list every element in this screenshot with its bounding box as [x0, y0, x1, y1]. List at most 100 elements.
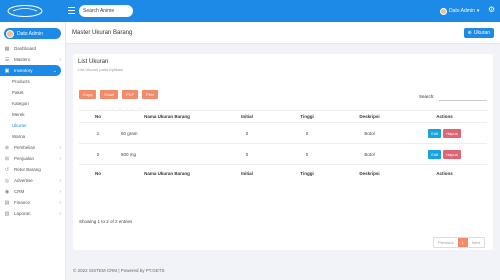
column-header[interactable]: No — [79, 110, 117, 123]
avatar — [440, 7, 447, 15]
sidebar-subitem-products[interactable]: Products — [0, 76, 65, 87]
chevron-right-icon: › — [59, 199, 61, 206]
chevron-right-icon: › — [59, 210, 61, 217]
sidebar-item-crm[interactable]: ◉ CRM › — [0, 186, 65, 197]
sidebar-subitem-merek[interactable]: Merek — [0, 109, 65, 120]
page-footer: © 2022 SISTEM CRM | Powered by PT.GETS — [73, 268, 165, 273]
sidebar-item-dashboard[interactable]: ▦ Dashboard — [0, 43, 65, 54]
delete-button[interactable]: Hapus — [443, 128, 461, 138]
cell-deskripsi: Botol — [337, 122, 402, 144]
sidebar-item-inventory[interactable]: ▣ Inventory ⌄ — [0, 65, 61, 76]
chevron-right-icon: › — [59, 177, 61, 184]
column-footer: Initial — [217, 164, 277, 182]
sidebar-subitem-paket[interactable]: Paket — [0, 87, 65, 98]
export-buttons: Copy Excel PDF Print — [79, 90, 159, 99]
previous-page-button[interactable]: Previous — [434, 238, 458, 247]
sidebar-subitem-ukuran[interactable]: Ukuran — [0, 120, 65, 131]
main-content: Master Ukuran Barang ⊕ Ukuran List Ukura… — [66, 22, 500, 280]
column-header[interactable]: Nama Ukuran Barang — [117, 110, 217, 123]
table-search-label: Search: — [419, 94, 435, 99]
add-ukuran-button[interactable]: ⊕ Ukuran — [463, 28, 494, 38]
column-footer: Deskripsi — [337, 164, 402, 182]
excel-button[interactable]: Excel — [100, 90, 119, 99]
print-button[interactable]: Print — [142, 90, 159, 99]
table-header-row: No Nama Ukuran Barang Initial Tinggi Des… — [79, 110, 487, 123]
chevron-right-icon: › — [59, 155, 61, 162]
chevron-right-icon: › — [59, 144, 61, 151]
page-title: Master Ukuran Barang — [72, 30, 133, 36]
copy-button[interactable]: Copy — [79, 90, 97, 99]
cart-icon: ⊕ — [4, 144, 10, 151]
list-icon: ☰ — [4, 56, 10, 63]
cell-nama: 500 mg — [117, 143, 217, 165]
sidebar: Dato Admin ▦ Dashboard ☰ Masters › ▣ Inv… — [0, 22, 66, 280]
crm-icon: ◉ — [4, 188, 10, 195]
page-button-current[interactable]: 1 — [457, 238, 468, 247]
user-menu[interactable]: Dato Admin ▾ — [440, 6, 479, 16]
next-page-button[interactable]: Next — [468, 238, 484, 247]
finance-icon: ▤ — [4, 199, 10, 206]
list-card: List Ukuran List Ukuran pada Aplikasi Co… — [73, 54, 493, 250]
gear-icon[interactable]: ⚙ — [488, 6, 496, 14]
cell-deskripsi: Botol — [337, 143, 402, 165]
avatar — [6, 29, 14, 38]
edit-button[interactable]: Edit — [428, 149, 442, 159]
pagination: Previous 1 Next — [432, 237, 485, 248]
sales-icon: ⊞ — [4, 155, 10, 162]
column-footer: Tinggi — [277, 164, 337, 182]
user-name: Dato Admin — [449, 8, 475, 14]
top-navbar: Dato Admin ▾ ⚙ — [0, 0, 500, 22]
sidebar-item-retur-barang[interactable]: ↺ Retur Barang — [0, 164, 65, 175]
return-icon: ↺ — [4, 166, 10, 173]
chevron-right-icon: › — [59, 188, 61, 195]
search-input[interactable] — [79, 5, 133, 17]
chevron-down-icon: ⌄ — [52, 67, 57, 74]
cell-actions: Edit Hapus — [402, 122, 487, 144]
chevron-right-icon: › — [59, 56, 61, 63]
cell-tinggi: 0 — [277, 143, 337, 165]
column-header: Actions — [402, 110, 487, 123]
cell-nama: 50 gram — [117, 122, 217, 144]
cell-tinggi: 0 — [277, 122, 337, 144]
table-search-input[interactable] — [439, 100, 487, 101]
cell-initial: 0 — [217, 143, 277, 165]
pdf-button[interactable]: PDF — [122, 90, 139, 99]
table-footer-row: No Nama Ukuran Barang Initial Tinggi Des… — [79, 164, 487, 182]
chevron-down-icon: ▾ — [476, 8, 480, 14]
table-row: 2 500 mg 0 0 Botol Edit Hapus — [79, 143, 487, 165]
ukuran-table: No Nama Ukuran Barang Initial Tinggi Des… — [79, 110, 487, 182]
column-header[interactable]: Tinggi — [277, 110, 337, 123]
column-footer: No — [79, 164, 117, 182]
column-footer: Nama Ukuran Barang — [117, 164, 217, 182]
delete-button[interactable]: Hapus — [443, 149, 461, 159]
plus-icon: ⊕ — [467, 30, 472, 36]
cell-actions: Edit Hapus — [402, 143, 487, 165]
cell-no: 2 — [79, 143, 117, 165]
app-logo[interactable] — [5, 4, 45, 18]
sidebar-item-penjualan[interactable]: ⊞ Penjualan › — [0, 153, 65, 164]
edit-button[interactable]: Edit — [428, 128, 442, 138]
sidebar-user-card[interactable]: Dato Admin — [4, 28, 61, 39]
table-row: 1 50 gram 0 0 Botol Edit Hapus — [79, 122, 487, 144]
sidebar-user-name: Dato Admin — [17, 30, 43, 37]
entries-info: Showing 1 to 2 of 2 entries — [79, 219, 133, 224]
sidebar-item-finance[interactable]: ▤ Finance › — [0, 197, 65, 208]
cell-no: 1 — [79, 122, 117, 144]
column-header[interactable]: Initial — [217, 110, 277, 123]
card-title: List Ukuran — [78, 59, 109, 65]
sidebar-subitem-warna[interactable]: Warna — [0, 131, 65, 142]
sidebar-item-masters[interactable]: ☰ Masters › — [0, 54, 65, 65]
column-footer: Actions — [402, 164, 487, 182]
cell-initial: 0 — [217, 122, 277, 144]
column-header[interactable]: Deskripsi — [337, 110, 402, 123]
sidebar-subitem-kategori[interactable]: Kategori — [0, 98, 65, 109]
sidebar-item-laporan[interactable]: ▥ Laporan › — [0, 208, 65, 219]
dashboard-icon: ▦ — [4, 45, 10, 52]
menu-toggle-icon[interactable] — [68, 7, 75, 14]
sidebar-item-advertise[interactable]: ◎ Advertise › — [0, 175, 65, 186]
box-icon: ▣ — [4, 67, 10, 74]
megaphone-icon: ◎ — [4, 177, 10, 184]
report-icon: ▥ — [4, 210, 10, 217]
card-subtitle: List Ukuran pada Aplikasi — [78, 67, 123, 72]
sidebar-item-pembelian[interactable]: ⊕ Pembelian › — [0, 142, 65, 153]
